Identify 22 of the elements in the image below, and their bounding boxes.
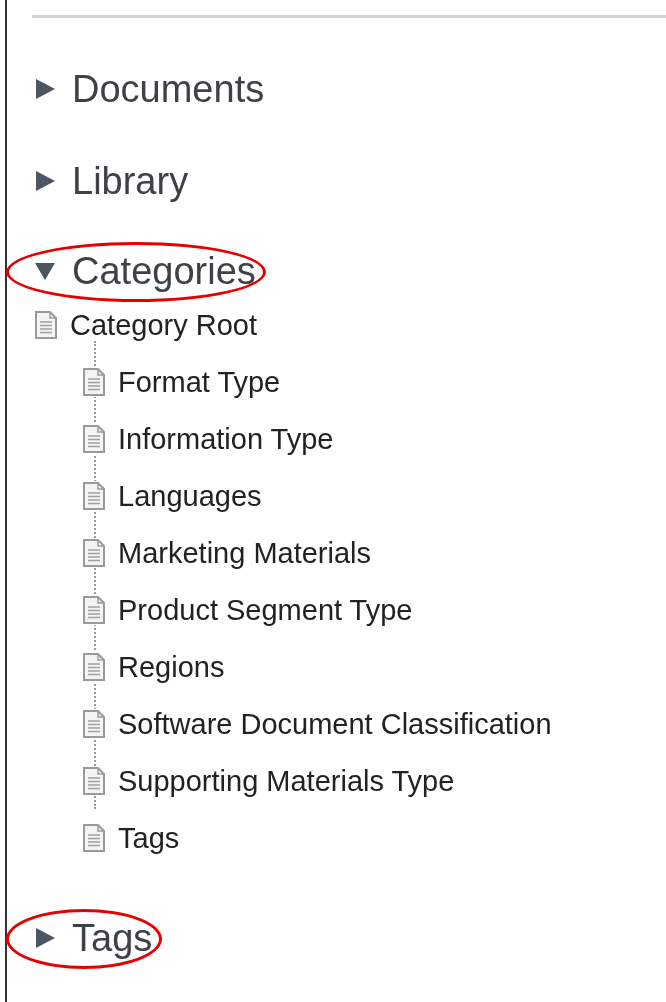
document-icon [82,423,106,454]
tree-item[interactable]: Format Type [82,353,666,410]
tree-item[interactable]: Information Type [82,410,666,467]
document-icon [82,651,106,682]
tree-item[interactable]: Software Document Classification [82,695,666,752]
tree-item[interactable]: Marketing Materials [82,524,666,581]
tree-item[interactable]: Tags [82,809,666,866]
collapsed-arrow-icon[interactable] [34,78,56,100]
collapsed-arrow-icon[interactable] [34,170,56,192]
document-icon [34,309,58,340]
tree-item[interactable]: Languages [82,467,666,524]
tree-item[interactable]: Regions [82,638,666,695]
expanded-arrow-icon[interactable] [34,260,56,282]
tree-item[interactable]: Category Root [34,296,666,353]
tree-item[interactable]: Supporting Materials Type [82,752,666,809]
tree-item[interactable]: Product Segment Type [82,581,666,638]
section-heading[interactable]: Tags [72,913,153,963]
section-heading[interactable]: Documents [72,64,265,114]
section-heading[interactable]: Library [72,156,189,206]
section-heading[interactable]: Categories [72,246,256,296]
collapsed-arrow-icon[interactable] [34,927,56,949]
document-icon [82,822,106,853]
